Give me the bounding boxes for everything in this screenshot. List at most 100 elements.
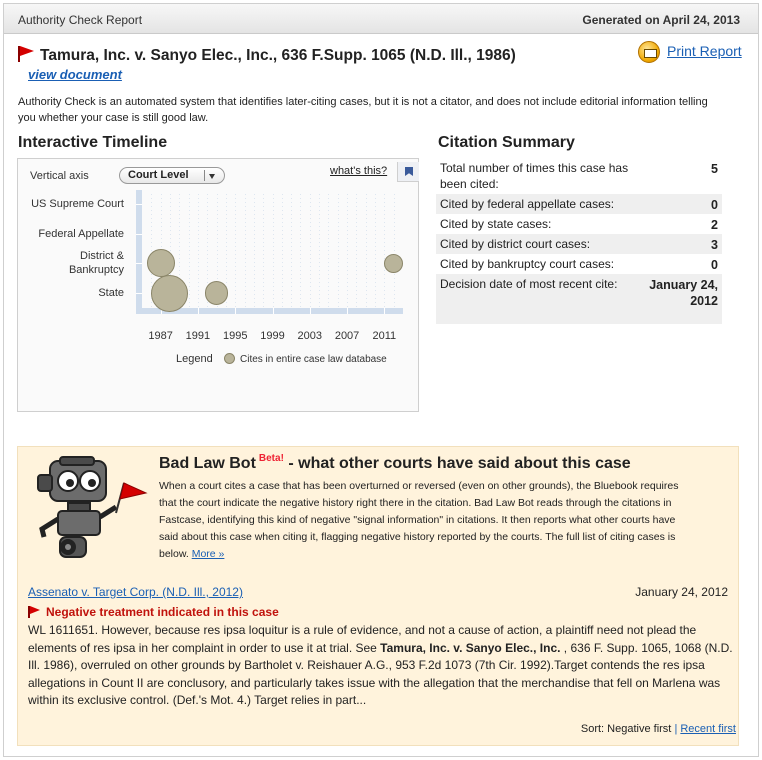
- grid-dot: [272, 226, 274, 227]
- grid-dot: [356, 206, 358, 207]
- grid-dot: [384, 202, 386, 203]
- grid-dot: [263, 242, 265, 243]
- whats-this-link[interactable]: what's this?: [330, 165, 387, 177]
- grid-dot: [356, 262, 358, 263]
- grid-dot: [365, 222, 367, 223]
- printer-icon[interactable]: [638, 41, 660, 63]
- grid-dot: [375, 270, 377, 271]
- grid-dot: [281, 226, 283, 227]
- grid-dot: [309, 278, 311, 279]
- y-tick: [136, 293, 142, 294]
- grid-dot: [207, 306, 209, 307]
- grid-dot: [347, 274, 349, 275]
- grid-dot: [197, 262, 199, 263]
- grid-dot: [281, 230, 283, 231]
- grid-dot: [263, 214, 265, 215]
- grid-dot: [281, 294, 283, 295]
- grid-dot: [188, 302, 190, 303]
- grid-dot: [197, 306, 199, 307]
- grid-dot: [216, 206, 218, 207]
- grid-dot: [235, 282, 237, 283]
- grid-dot: [160, 206, 162, 207]
- grid-dot: [384, 246, 386, 247]
- grid-dot: [169, 210, 171, 211]
- grid-dot: [309, 254, 311, 255]
- grid-dot: [375, 298, 377, 299]
- grid-dot: [169, 198, 171, 199]
- grid-dot: [253, 298, 255, 299]
- grid-dot: [225, 194, 227, 195]
- grid-dot: [300, 198, 302, 199]
- grid-dot: [356, 302, 358, 303]
- sort-negative-first[interactable]: Negative first: [607, 723, 671, 735]
- grid-dot: [375, 250, 377, 251]
- grid-dot: [263, 222, 265, 223]
- grid-dot: [300, 306, 302, 307]
- grid-dot: [244, 242, 246, 243]
- negative-treatment-notice: Negative treatment indicated in this cas…: [28, 605, 279, 619]
- grid-dot: [244, 258, 246, 259]
- grid-dot: [263, 306, 265, 307]
- grid-dot: [356, 278, 358, 279]
- grid-dot: [347, 306, 349, 307]
- grid-dot: [300, 218, 302, 219]
- court-level-select[interactable]: Court Level: [119, 167, 225, 184]
- grid-dot: [384, 218, 386, 219]
- grid-dot: [272, 238, 274, 239]
- grid-dot: [235, 218, 237, 219]
- grid-dot: [253, 282, 255, 283]
- grid-dot: [253, 218, 255, 219]
- grid-dot: [356, 246, 358, 247]
- more-link[interactable]: More »: [192, 548, 225, 560]
- grid-dot: [179, 226, 181, 227]
- print-report-link[interactable]: Print Report: [667, 43, 742, 59]
- grid-dot: [393, 230, 395, 231]
- grid-dot: [179, 270, 181, 271]
- grid-dot: [337, 214, 339, 215]
- grid-dot: [244, 266, 246, 267]
- grid-dot: [337, 218, 339, 219]
- view-document-link[interactable]: view document: [28, 67, 122, 82]
- x-tick: [309, 308, 311, 314]
- grid-dot: [365, 234, 367, 235]
- grid-dot: [253, 262, 255, 263]
- grid-dot: [179, 238, 181, 239]
- red-flag-icon: [18, 46, 36, 62]
- grid-dot: [393, 202, 395, 203]
- summary-row: Decision date of most recent cite: Januar…: [436, 274, 722, 324]
- sort-recent-first[interactable]: Recent first: [680, 723, 736, 735]
- grid-dot: [300, 266, 302, 267]
- grid-dot: [291, 210, 293, 211]
- grid-dot: [216, 242, 218, 243]
- grid-dot: [337, 278, 339, 279]
- legend-label: Legend: [176, 353, 213, 365]
- grid-dot: [263, 218, 265, 219]
- grid-dot: [365, 202, 367, 203]
- grid-dot: [197, 258, 199, 259]
- grid-dot: [179, 274, 181, 275]
- citing-case-link[interactable]: Assenato v. Target Corp. (N.D. Ill., 201…: [28, 585, 243, 599]
- grid-dot: [375, 206, 377, 207]
- grid-dot: [272, 214, 274, 215]
- grid-dot: [365, 206, 367, 207]
- summary-row-value: 5: [711, 162, 718, 176]
- grid-dot: [179, 214, 181, 215]
- cite-bubble: [204, 281, 229, 305]
- grid-dot: [197, 278, 199, 279]
- grid-dot: [337, 274, 339, 275]
- grid-dot: [281, 214, 283, 215]
- grid-dot: [188, 242, 190, 243]
- grid-dot: [235, 214, 237, 215]
- grid-dot: [347, 266, 349, 267]
- grid-dot: [328, 270, 330, 271]
- grid-dot: [244, 194, 246, 195]
- grid-dot: [393, 246, 395, 247]
- grid-dot: [225, 214, 227, 215]
- grid-dot: [347, 238, 349, 239]
- grid-dot: [179, 262, 181, 263]
- grid-dot: [197, 198, 199, 199]
- grid-dot: [337, 266, 339, 267]
- grid-dot: [393, 238, 395, 239]
- bookmark-icon[interactable]: [397, 162, 419, 182]
- grid-dot: [179, 206, 181, 207]
